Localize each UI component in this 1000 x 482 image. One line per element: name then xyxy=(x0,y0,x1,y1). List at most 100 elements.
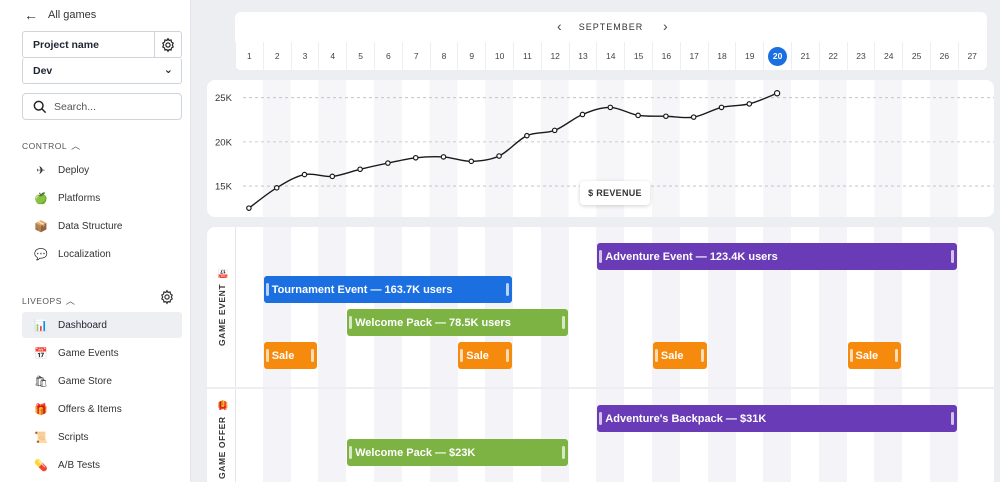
sidebar-item-localization[interactable]: 💬 Localization xyxy=(22,241,182,267)
sidebar-item-dashboard[interactable]: 📊 Dashboard xyxy=(22,312,182,338)
sidebar-item-game-events[interactable]: 📅 Game Events xyxy=(22,340,182,366)
calendar-day[interactable]: 3 xyxy=(290,42,319,70)
game-event-bar[interactable]: Adventure Event — 123.4K users xyxy=(597,243,957,270)
liveops-section-toggle[interactable]: LIVEOPS ︿ xyxy=(22,294,75,307)
calendar-day-number: 15 xyxy=(633,51,644,61)
calendar-day[interactable]: 16 xyxy=(652,42,680,70)
calendar-day-today[interactable]: 20 xyxy=(763,42,791,70)
calendar-day[interactable]: 21 xyxy=(791,42,819,70)
revenue-point[interactable] xyxy=(718,104,725,111)
revenue-point[interactable] xyxy=(663,113,669,120)
calendar-day[interactable]: 12 xyxy=(540,42,569,70)
sidebar-item-scripts[interactable]: 📜 Scripts xyxy=(22,424,182,450)
project-settings-button[interactable] xyxy=(154,32,181,57)
calendar-day[interactable]: 25 xyxy=(902,42,930,70)
game-offer-bar[interactable]: Adventure's Backpack — $31K xyxy=(597,405,957,432)
game-event-bar[interactable]: Sale xyxy=(652,342,707,369)
back-to-all-games-link[interactable]: ← All games xyxy=(24,7,96,23)
calendar-day[interactable]: 15 xyxy=(624,42,652,70)
game-event-bar[interactable]: Tournament Event — 163.7K users xyxy=(263,276,513,303)
revenue-point[interactable] xyxy=(773,90,781,97)
calendar-day[interactable]: 18 xyxy=(707,42,736,70)
calendar-day[interactable]: 11 xyxy=(513,42,541,70)
revenue-chart: 25K 20K 15K $ REVENUE xyxy=(207,80,994,217)
revenue-point[interactable] xyxy=(524,132,530,139)
game-event-bar[interactable]: Sale xyxy=(263,342,318,369)
revenue-point[interactable] xyxy=(551,127,558,134)
revenue-point[interactable] xyxy=(496,153,502,159)
calendar-day[interactable]: 17 xyxy=(679,42,708,70)
calendar-day-number: 25 xyxy=(911,51,922,61)
game-event-lane-label: GAME EVENT 📅 xyxy=(211,227,233,387)
revenue-point[interactable] xyxy=(329,173,336,180)
revenue-point[interactable] xyxy=(579,111,586,118)
sidebar-item-label: Dashboard xyxy=(58,319,107,331)
search-input[interactable]: Search... xyxy=(22,93,182,120)
environment-dropdown[interactable]: Dev ⌄ xyxy=(22,58,182,84)
sidebar-item-a-b-tests[interactable]: 💊 A/B Tests xyxy=(22,452,182,478)
column-stripe xyxy=(540,80,569,217)
calendar-day-number: 18 xyxy=(717,51,727,61)
game-offer-bar[interactable]: Welcome Pack — $23K xyxy=(347,439,568,466)
revenue-point[interactable] xyxy=(468,158,475,165)
sidebar-item-offers-items[interactable]: 🎁 Offers & Items xyxy=(22,396,182,422)
calendar-icon: 📅 xyxy=(217,267,227,280)
calendar-day[interactable]: 1 xyxy=(235,42,263,70)
chevron-up-icon: ︿ xyxy=(71,141,81,151)
revenue-point[interactable] xyxy=(301,171,308,178)
calendar-day-number: 4 xyxy=(330,51,336,61)
sidebar-item-label: A/B Tests xyxy=(58,459,101,471)
revenue-point[interactable] xyxy=(273,185,280,191)
liveops-section-title: LIVEOPS xyxy=(22,295,62,306)
sidebar-item-label: Scripts xyxy=(58,431,89,443)
calendar-day[interactable]: 5 xyxy=(346,42,374,70)
sidebar-item-game-store[interactable]: 🛍 Game Store xyxy=(22,368,182,394)
project-selector[interactable]: Project name xyxy=(22,31,182,58)
game-event-bar[interactable]: Sale xyxy=(458,342,513,369)
events-timeline: GAME EVENT 📅 GAME OFFER 🎁 Adventure Even… xyxy=(207,227,994,482)
revenue-point[interactable] xyxy=(357,166,363,173)
calendar-day[interactable]: 13 xyxy=(568,42,597,70)
calendar-day[interactable]: 10 xyxy=(485,42,513,70)
next-month-button[interactable]: › xyxy=(663,18,668,34)
calendar-day-number: 19 xyxy=(745,51,755,61)
y-tick-label: 25K xyxy=(215,93,233,104)
revenue-point[interactable] xyxy=(746,101,753,107)
revenue-point[interactable] xyxy=(635,112,641,119)
calendar-day[interactable]: 4 xyxy=(318,42,346,70)
revenue-point[interactable] xyxy=(246,205,252,211)
calendar-day[interactable]: 23 xyxy=(846,42,875,70)
liveops-settings-button[interactable] xyxy=(159,289,175,310)
day-strip: 1 2 3 4 5 6 7 8 9 10 11 12 13 14 15 16 17 18 19 20 21 22 23 24 2… xyxy=(235,42,987,70)
sidebar-item-label: Game Store xyxy=(58,375,112,387)
calendar-day[interactable]: 8 xyxy=(429,42,458,70)
revenue-point[interactable] xyxy=(690,114,697,120)
sidebar-item-platforms[interactable]: 🍏 Platforms xyxy=(22,185,182,211)
column-stripe xyxy=(318,227,347,482)
calendar-day[interactable]: 27 xyxy=(957,42,986,70)
revenue-point[interactable] xyxy=(412,154,419,161)
calendar-day[interactable]: 26 xyxy=(930,42,958,70)
game-event-bar[interactable]: Sale xyxy=(847,342,902,369)
calendar-day[interactable]: 14 xyxy=(596,42,624,70)
revenue-point[interactable] xyxy=(607,104,614,111)
calendar-day[interactable]: 9 xyxy=(457,42,485,70)
calendar-day[interactable]: 19 xyxy=(735,42,763,70)
y-tick-label: 15K xyxy=(215,182,233,193)
gear-icon xyxy=(161,289,173,305)
calendar-day[interactable]: 22 xyxy=(818,42,847,70)
revenue-point[interactable] xyxy=(385,160,391,166)
sidebar-item-data-structure[interactable]: 📦 Data Structure xyxy=(22,213,182,239)
bar-chart-icon: 📊 xyxy=(34,319,48,332)
speech-bubble-icon: 💬 xyxy=(34,248,48,261)
control-section-toggle[interactable]: CONTROL ︿ xyxy=(22,139,81,152)
search-icon xyxy=(33,100,47,114)
calendar-day[interactable]: 2 xyxy=(262,42,291,70)
sidebar-item-deploy[interactable]: ✈ Deploy xyxy=(22,157,182,183)
calendar-day[interactable]: 6 xyxy=(374,42,402,70)
revenue-point[interactable] xyxy=(440,154,447,160)
column-stripe xyxy=(707,80,736,217)
game-event-bar[interactable]: Welcome Pack — 78.5K users xyxy=(347,309,568,336)
calendar-day[interactable]: 7 xyxy=(401,42,430,70)
calendar-day[interactable]: 24 xyxy=(874,42,902,70)
